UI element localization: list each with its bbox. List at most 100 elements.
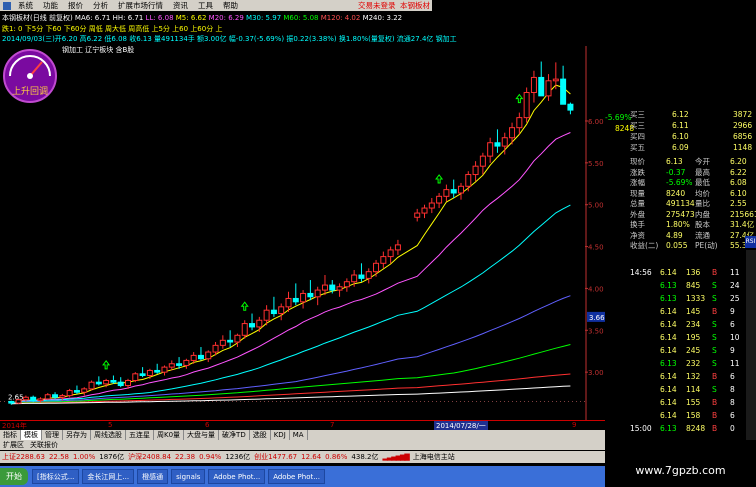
- tab-pick[interactable]: 选股: [250, 430, 271, 440]
- related-quote[interactable]: 关联报价: [27, 440, 61, 450]
- ask-row: 买四 6.10 6856: [630, 132, 756, 143]
- ma-m30: M30: 5.97: [246, 14, 282, 22]
- tick-row: 6.14 195 S 10: [630, 333, 756, 344]
- trade-login-link[interactable]: 交易未登录: [358, 0, 396, 11]
- tab-ma[interactable]: MA: [290, 430, 308, 440]
- signal-7: 上5分: [151, 25, 170, 33]
- tick-volume: 158: [686, 411, 701, 420]
- rsi-button[interactable]: RSI: [745, 236, 756, 248]
- tick-direction: B: [712, 398, 718, 407]
- candle-body: [380, 256, 387, 264]
- tick-row: 14:56 6.14 136 B 11: [630, 268, 756, 279]
- tick-row: 6.14 145 B 9: [630, 307, 756, 318]
- tick-row: 6.14 234 S 6: [630, 320, 756, 331]
- sz-pct: 0.94%: [199, 453, 222, 461]
- task-5[interactable]: Adobe Phot...: [268, 469, 325, 484]
- ask-row: 买三 6.12 3872: [630, 110, 756, 121]
- ask-price: 6.11: [672, 121, 689, 130]
- info-label: 换手: [630, 220, 645, 229]
- info-value: 4.89: [666, 230, 683, 240]
- menu-analysis[interactable]: 分析: [88, 0, 113, 11]
- tick-direction: B: [712, 372, 718, 381]
- info-value: -0.37: [666, 167, 686, 177]
- sh-amount: 1876亿: [99, 453, 125, 461]
- tick-count: 6: [730, 372, 735, 381]
- tab-weekly-k0[interactable]: 周K0量: [154, 430, 185, 440]
- candle-body: [263, 309, 270, 321]
- tick-direction: S: [712, 281, 717, 290]
- ext-area[interactable]: 扩展区: [0, 440, 27, 450]
- candle-body: [125, 380, 132, 387]
- tick-price: 6.13: [660, 281, 677, 290]
- tab-template[interactable]: 模板: [21, 430, 42, 440]
- menu-function[interactable]: 功能: [38, 0, 63, 11]
- candle-body: [292, 297, 299, 303]
- info-value: 1.80%: [666, 220, 690, 229]
- info-value2: 6.10: [730, 188, 747, 198]
- ma-m120: M120: 4.02: [320, 14, 361, 22]
- x-axis: 2014年 5 6 7 2014/07/28/一 9: [0, 420, 605, 431]
- signal-8: 上60: [172, 25, 189, 33]
- candle-body: [336, 286, 343, 291]
- ma-line: [11, 84, 571, 404]
- tick-count: 6: [730, 411, 735, 420]
- sz-change: 22.38: [175, 453, 196, 461]
- tab-five-star[interactable]: 五连星: [126, 430, 154, 440]
- server-name[interactable]: 上海电信主站: [411, 452, 457, 462]
- candle-body: [428, 202, 435, 209]
- task-4[interactable]: Adobe Phot...: [208, 469, 266, 484]
- candle-body: [329, 284, 336, 291]
- task-3[interactable]: signals: [171, 469, 206, 484]
- info-list: 现价 6.13 今开 6.20 涨跌 -0.37 最高 6.22 涨幅 -5.69% 最低 6.08 现…: [630, 157, 756, 253]
- trading-app: 系统 功能 报价 分析 扩展市场行情 资讯 工具 帮助 交易未登录 本钢板材 本…: [0, 0, 756, 487]
- info-label2: PE(动): [695, 241, 718, 250]
- tab-indicator[interactable]: 指标: [0, 430, 21, 440]
- tab-kdj[interactable]: KDJ: [271, 430, 290, 440]
- y-tick-label: 3.50: [588, 327, 604, 335]
- tab-market-vol[interactable]: 大盘与量: [184, 430, 220, 440]
- tick-count: 24: [730, 281, 740, 290]
- menu-tools[interactable]: 工具: [193, 0, 218, 11]
- candle-body: [501, 137, 508, 147]
- candle-body: [37, 398, 44, 402]
- menu-help[interactable]: 帮助: [218, 0, 243, 11]
- task-2[interactable]: 橙感通: [137, 469, 169, 484]
- tick-direction: S: [712, 385, 717, 394]
- candle-body: [314, 289, 321, 298]
- tick-volume: 195: [686, 333, 701, 342]
- sz-amount: 1236亿: [225, 453, 251, 461]
- info-value2: 6.08: [730, 178, 747, 187]
- indicator-tabs: 指标 模板 管理 另存为 周线选股 五连星 周K0量 大盘与量 破净TD 选股 …: [0, 430, 605, 440]
- tick-scrollbar[interactable]: [746, 250, 756, 440]
- menu-system[interactable]: 系统: [13, 0, 38, 11]
- tab-td[interactable]: 破净TD: [219, 430, 250, 440]
- menu-news[interactable]: 资讯: [168, 0, 193, 11]
- tick-count: 8: [730, 385, 735, 394]
- ask-price: 6.12: [672, 110, 689, 119]
- tab-weekly-pick[interactable]: 周线选股: [91, 430, 126, 440]
- tab-manage[interactable]: 管理: [42, 430, 63, 440]
- ask-price: 6.10: [672, 132, 689, 141]
- signal-4: 周低: [88, 25, 103, 33]
- tick-price: 6.14: [660, 411, 677, 420]
- stock-title-link[interactable]: 本钢板材: [400, 0, 430, 11]
- candle-body: [285, 297, 292, 308]
- candle-body: [365, 271, 372, 279]
- y-tick-label: 4.50: [588, 244, 604, 252]
- info-row: 现价 6.13 今开 6.20: [630, 157, 756, 168]
- info-label2: 最低: [695, 178, 710, 187]
- task-0[interactable]: [指标公式...: [32, 469, 80, 484]
- tab-saveas[interactable]: 另存为: [63, 430, 91, 440]
- menu-ext-market[interactable]: 扩展市场行情: [113, 0, 168, 11]
- info-label2: 最高: [695, 167, 710, 177]
- info-value2: 2.55: [730, 199, 747, 208]
- menu-quote[interactable]: 报价: [63, 0, 88, 11]
- candle-body: [103, 380, 110, 385]
- candlestick-chart[interactable]: 6.005.505.004.504.003.503.002.653.66: [0, 46, 605, 420]
- signal-legend: 跌1: 0 下5分 下60 下60分 周低 周大低 周高低 上5分 上60 上6…: [2, 24, 222, 34]
- extension-bar: 扩展区 关联报价: [0, 440, 605, 450]
- task-1[interactable]: 金长江网上...: [82, 469, 135, 484]
- candle-body: [560, 78, 567, 105]
- candle-body: [414, 212, 421, 218]
- start-button[interactable]: 开始: [0, 468, 28, 485]
